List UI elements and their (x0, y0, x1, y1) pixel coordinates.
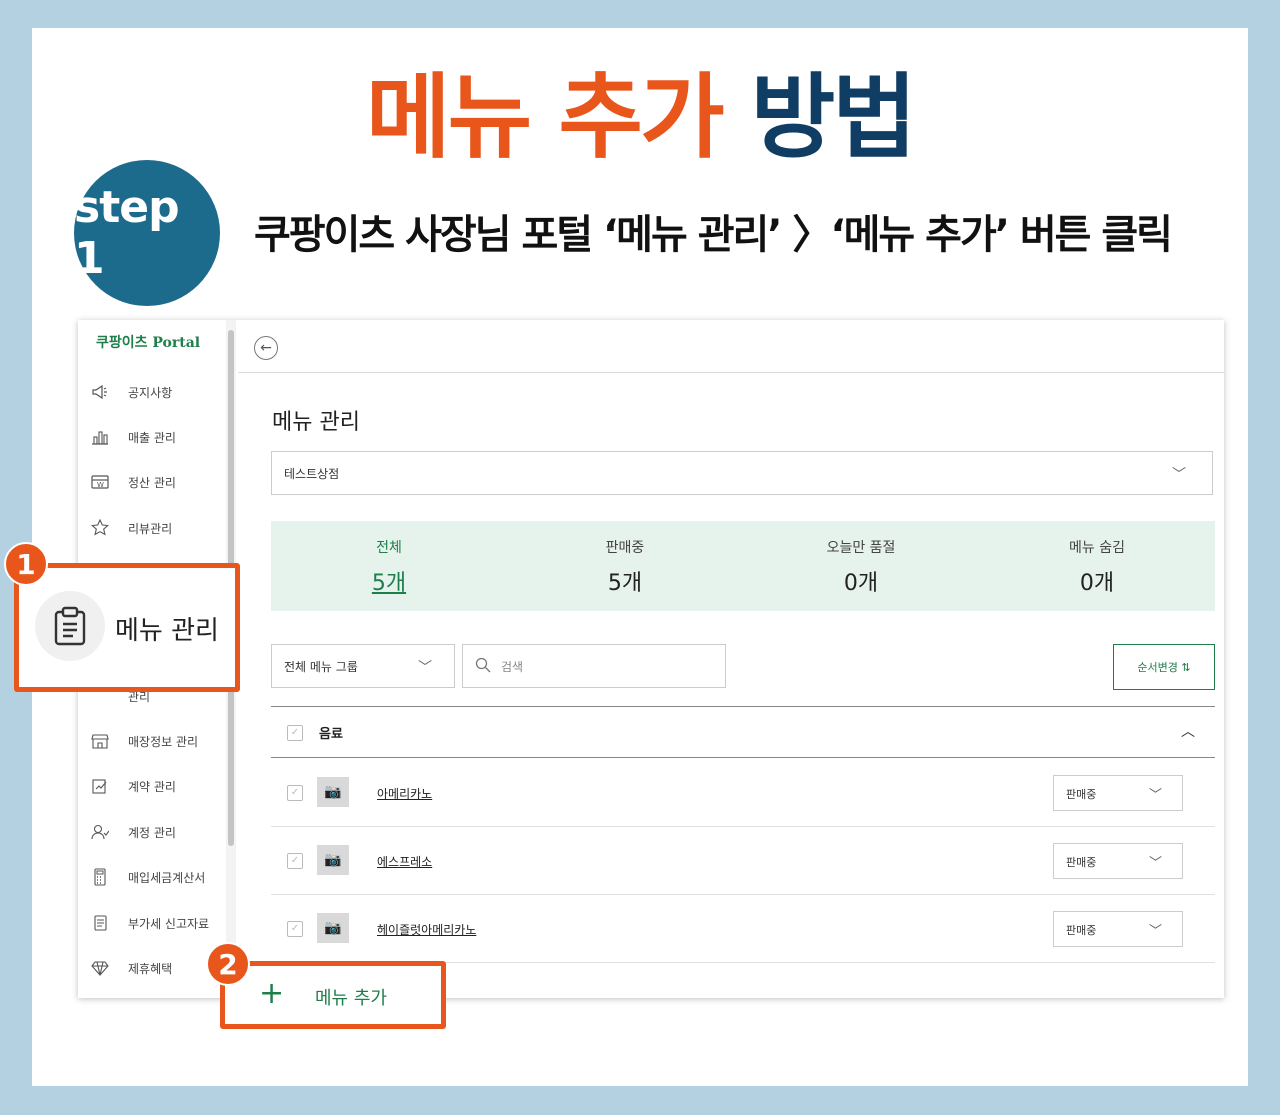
menu-group-select[interactable]: 전체 메뉴 그룹 ﹀ (271, 644, 455, 688)
status-select[interactable]: 판매중 ﹀ (1053, 911, 1183, 947)
stat-value: 5개 (371, 571, 407, 596)
page-title: 메뉴 관리 (272, 410, 360, 435)
stat-label: 오늘만 품절 (826, 540, 896, 556)
camera-icon[interactable]: 📷 (317, 913, 349, 943)
chevron-down-icon: ﹀ (1172, 467, 1186, 483)
top-bar: ← (238, 320, 1224, 373)
chevron-down-icon: ﹀ (1148, 924, 1162, 939)
item-checkbox[interactable]: ✓ (287, 853, 303, 869)
calculator-icon (90, 867, 110, 887)
sidebar-item-contract[interactable]: 계약 관리 (90, 771, 230, 801)
step-number-badge-2: 2 (206, 942, 250, 986)
sidebar-item-label: 매출 관리 (128, 430, 176, 445)
search-icon (475, 657, 491, 677)
sidebar-item-notice[interactable]: 공지사항 (90, 377, 230, 407)
store-icon (90, 731, 110, 751)
status-select[interactable]: 판매중 ﹀ (1053, 775, 1183, 811)
stat-hidden[interactable]: 메뉴 숨김 0개 (979, 521, 1215, 611)
stat-total[interactable]: 전체 5개 (271, 521, 507, 611)
step-instruction: 쿠팡이츠 사장님 포털 ‘메뉴 관리’ 〉‘메뉴 추가’ 버튼 클릭 (254, 212, 1173, 258)
sidebar-item-label: 매장정보 관리 (128, 734, 199, 749)
back-arrow-icon[interactable]: ← (254, 336, 278, 360)
store-select-value: 테스트상점 (284, 467, 340, 481)
stat-sold-out-today[interactable]: 오늘만 품절 0개 (743, 521, 979, 611)
star-review-icon (90, 518, 110, 538)
sidebar-item-label: 리뷰관리 (128, 521, 173, 536)
svg-text:W: W (97, 481, 104, 489)
group-checkbox[interactable]: ✓ (287, 725, 303, 741)
sidebar-item-label: 부가세 신고자료 (128, 916, 210, 931)
sidebar-item-label: 제휴혜택 (128, 961, 173, 976)
item-checkbox[interactable]: ✓ (287, 785, 303, 801)
stat-value: 0개 (843, 571, 879, 596)
status-select-value: 판매중 (1066, 788, 1097, 801)
headline-part2: 방법 (750, 64, 917, 171)
megaphone-icon (90, 382, 110, 402)
chevron-down-icon: ﹀ (418, 660, 432, 676)
menu-item-name[interactable]: 에스프레소 (377, 853, 432, 870)
status-select[interactable]: 판매중 ﹀ (1053, 843, 1183, 879)
sidebar-item-label: 계정 관리 (128, 825, 176, 840)
camera-icon[interactable]: 📷 (317, 845, 349, 875)
menu-item-name[interactable]: 아메리카노 (377, 785, 432, 802)
chevron-down-icon: ﹀ (1148, 856, 1162, 871)
add-menu-label: 메뉴 추가 (315, 988, 387, 1009)
sidebar-item-store-info[interactable]: 매장정보 관리 (90, 726, 230, 756)
chevron-down-icon: ﹀ (1148, 788, 1162, 803)
sidebar-item-settlement[interactable]: W 정산 관리 (90, 467, 230, 497)
stat-on-sale[interactable]: 판매중 5개 (507, 521, 743, 611)
account-icon (90, 822, 110, 842)
store-select[interactable]: 테스트상점 ﹀ (271, 451, 1213, 495)
camera-icon[interactable]: 📷 (317, 777, 349, 807)
settlement-icon: W (90, 472, 110, 492)
bar-chart-icon (90, 427, 110, 447)
search-input[interactable] (499, 655, 703, 679)
stat-value: 0개 (1079, 571, 1115, 596)
sidebar-item-tax-invoice[interactable]: 매입세금계산서 (90, 862, 230, 892)
add-menu-button[interactable]: + 메뉴 추가 (220, 961, 446, 1029)
stat-value: 5개 (607, 571, 643, 596)
status-select-value: 판매중 (1066, 924, 1097, 937)
menu-item-name[interactable]: 헤이즐럿아메리카노 (377, 921, 476, 938)
chevron-up-icon[interactable]: ︿ (1181, 721, 1195, 741)
menu-stats: 전체 5개 판매중 5개 오늘만 품절 0개 메뉴 숨김 0개 (271, 521, 1215, 611)
menu-item-row: ✓ 📷 헤이즐럿아메리카노 판매중 ﹀ (271, 895, 1215, 963)
main-content: ← 메뉴 관리 테스트상점 ﹀ 전체 5개 판매중 5개 오늘만 품절 0개 메… (238, 320, 1224, 998)
sidebar-item-sales[interactable]: 매출 관리 (90, 422, 230, 452)
stat-label: 전체 (376, 540, 402, 556)
highlight-menu-management[interactable]: 메뉴 관리 (14, 563, 240, 692)
diamond-icon (90, 958, 110, 978)
sidebar-item-label: 계약 관리 (128, 779, 176, 794)
document-icon (90, 913, 110, 933)
status-select-value: 판매중 (1066, 856, 1097, 869)
menu-group-select-value: 전체 메뉴 그룹 (284, 660, 358, 674)
brand-logo: 쿠팡이츠 Portal (96, 335, 201, 351)
clipboard-icon (35, 591, 105, 661)
sidebar-item-label: 정산 관리 (128, 475, 176, 490)
stat-label: 메뉴 숨김 (1069, 540, 1125, 556)
sidebar-item-review[interactable]: 리뷰관리 (90, 513, 230, 543)
step-number-badge-1: 1 (4, 542, 48, 586)
search-box[interactable] (462, 644, 726, 688)
reorder-button[interactable]: 순서변경 ⇅ (1113, 644, 1215, 690)
highlight-menu-management-label: 메뉴 관리 (115, 616, 219, 646)
item-checkbox[interactable]: ✓ (287, 921, 303, 937)
menu-group-name: 음료 (319, 727, 343, 742)
menu-item-row: ✓ 📷 에스프레소 판매중 ﹀ (271, 827, 1215, 895)
headline: 메뉴 추가 방법 (0, 68, 1280, 168)
sidebar-item-account[interactable]: 계정 관리 (90, 817, 230, 847)
stat-label: 판매중 (605, 540, 645, 556)
step-badge: step 1 (74, 160, 220, 306)
sidebar-item-vat[interactable]: 부가세 신고자료 (90, 908, 230, 938)
headline-part1: 메뉴 추가 (366, 64, 725, 171)
contract-icon (90, 776, 110, 796)
plus-icon: + (259, 976, 285, 1011)
menu-group-row[interactable]: ✓ 음료 ︿ (271, 706, 1215, 758)
sidebar-item-label: 공지사항 (128, 385, 173, 400)
sidebar-item-label: 매입세금계산서 (128, 870, 206, 885)
menu-item-row: ✓ 📷 아메리카노 판매중 ﹀ (271, 759, 1215, 827)
portal-screenshot: 쿠팡이츠 Portal 공지사항 매출 관리 W 정산 관리 리뷰관리 관리 매… (78, 320, 1224, 998)
